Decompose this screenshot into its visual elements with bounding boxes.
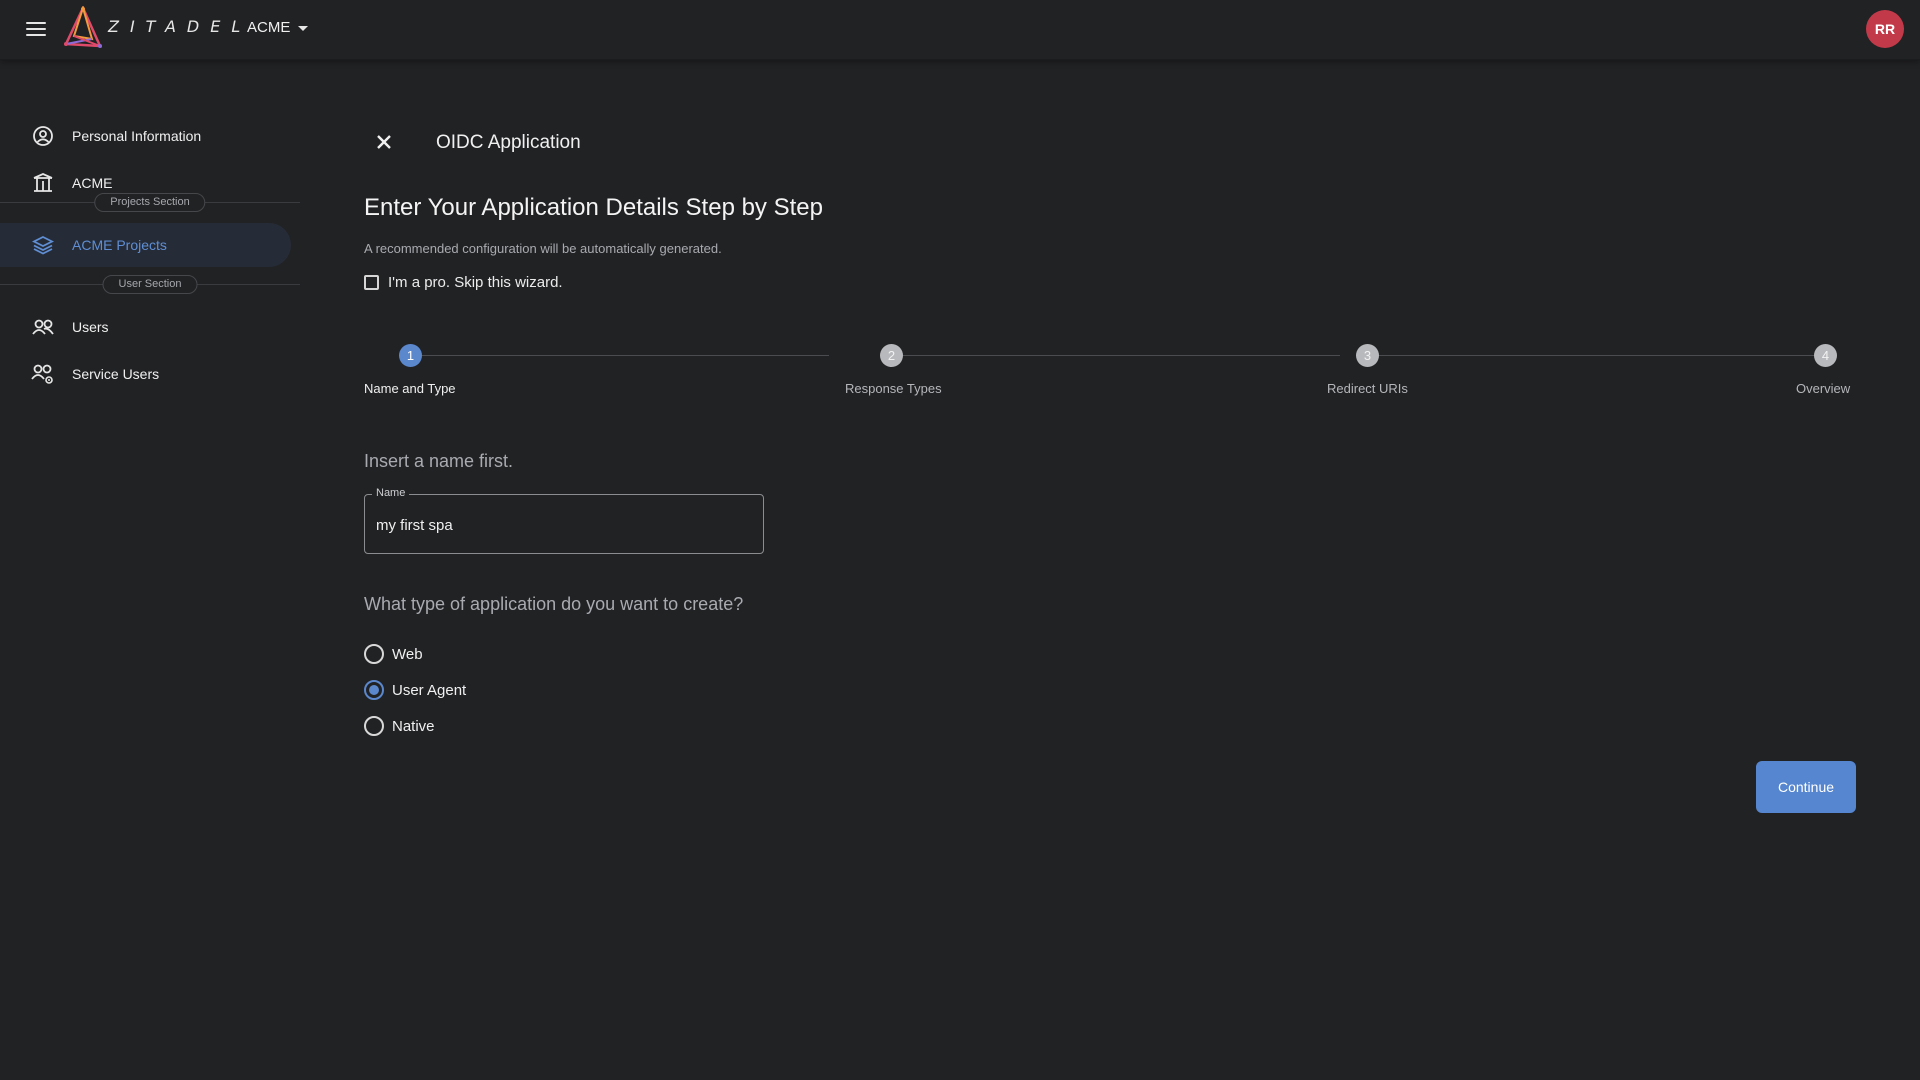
users-icon [31, 315, 55, 339]
org-switcher[interactable]: ACME [247, 19, 309, 36]
avatar[interactable]: RR [1866, 10, 1904, 48]
sidebar: Personal Information ACME Projects Secti… [0, 60, 300, 1080]
sidebar-item-label: Service Users [72, 366, 160, 382]
radio-user-agent[interactable]: User Agent [364, 680, 466, 700]
sidebar-item-users[interactable]: Users [0, 305, 291, 349]
sidebar-item-label: Personal Information [72, 128, 202, 144]
service-users-icon [31, 362, 55, 386]
user-section-divider: User Section [0, 274, 300, 294]
page-title: OIDC Application [436, 132, 581, 153]
radio-button[interactable] [364, 680, 384, 700]
main-content: OIDC Application Enter Your Application … [364, 60, 1864, 1060]
projects-section-divider: Projects Section [0, 192, 300, 212]
layers-icon [31, 233, 55, 257]
step-4-label: Overview [1796, 381, 1851, 396]
step-connector [900, 355, 1340, 356]
radio-label: Web [392, 645, 423, 663]
step-3-label: Redirect URIs [1327, 381, 1408, 396]
name-input[interactable] [376, 517, 746, 534]
section-label: Projects Section [94, 193, 206, 212]
wizard-subtext: A recommended configuration will be auto… [364, 241, 722, 256]
sidebar-item-label: Users [72, 319, 109, 335]
checkbox-label: I'm a pro. Skip this wizard. [388, 274, 563, 291]
step-1-indicator[interactable]: 1 [399, 344, 422, 367]
step-2-indicator[interactable]: 2 [880, 344, 903, 367]
name-field-label: Name [372, 487, 410, 499]
sidebar-item-label: ACME Projects [72, 237, 167, 253]
radio-label: Native [392, 717, 435, 735]
sidebar-item-acme-projects[interactable]: ACME Projects [0, 223, 291, 267]
type-prompt: What type of application do you want to … [364, 594, 744, 614]
continue-button[interactable]: Continue [1756, 761, 1856, 813]
sidebar-item-service-users[interactable]: Service Users [0, 352, 291, 396]
person-circle-icon [31, 124, 55, 148]
skip-wizard-checkbox[interactable]: I'm a pro. Skip this wizard. [364, 274, 563, 291]
section-label: User Section [102, 275, 198, 294]
step-connector [1376, 355, 1821, 356]
step-connector [419, 355, 829, 356]
radio-native[interactable]: Native [364, 716, 435, 736]
top-bar: ZITADEL ACME RR [0, 0, 1920, 60]
sidebar-item-label: ACME [72, 175, 113, 191]
step-1-label: Name and Type [364, 381, 456, 396]
name-field[interactable]: Name [364, 487, 764, 554]
zitadel-logo[interactable] [62, 6, 104, 52]
menu-icon[interactable] [24, 18, 48, 42]
caret-down-icon [298, 26, 309, 31]
checkbox-box[interactable] [364, 275, 379, 290]
radio-label: User Agent [392, 681, 467, 699]
name-prompt: Insert a name first. [364, 451, 514, 471]
step-2-label: Response Types [845, 381, 942, 396]
wizard-stepper: 1 Name and Type 2 Response Types 3 Redir… [364, 344, 1857, 404]
radio-web[interactable]: Web [364, 644, 423, 664]
sidebar-item-personal-information[interactable]: Personal Information [0, 114, 291, 158]
step-3-indicator[interactable]: 3 [1356, 344, 1379, 367]
step-4-indicator[interactable]: 4 [1814, 344, 1837, 367]
close-icon[interactable] [372, 130, 396, 154]
org-name: ACME [247, 19, 291, 36]
wizard-heading: Enter Your Application Details Step by S… [364, 194, 823, 221]
brand-wordmark: ZITADEL [108, 17, 252, 36]
radio-button[interactable] [364, 716, 384, 736]
radio-button[interactable] [364, 644, 384, 664]
